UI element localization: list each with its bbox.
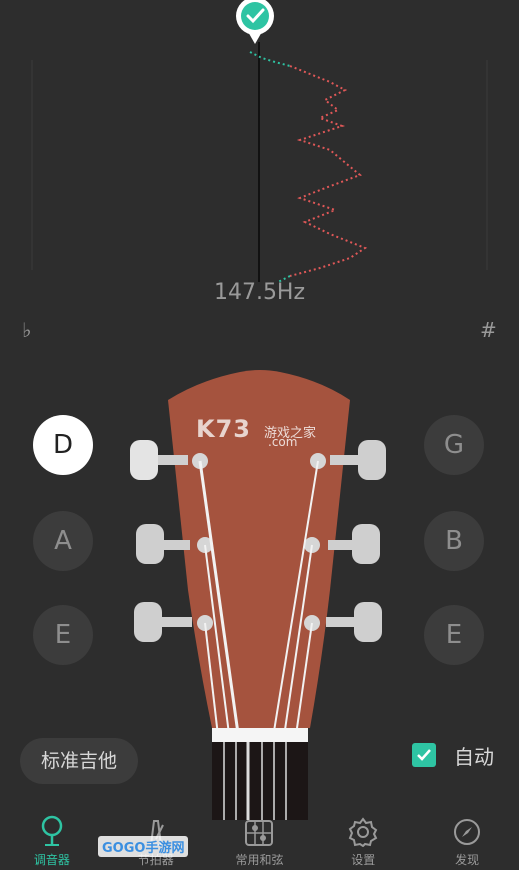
auto-checkbox[interactable] bbox=[412, 743, 436, 767]
frequency-readout: 147.5Hz bbox=[213, 280, 306, 305]
tab-settings-label: 设置 bbox=[351, 853, 376, 867]
tab-tuner[interactable]: 调音器 bbox=[0, 810, 104, 870]
flat-symbol: ♭ bbox=[22, 318, 32, 342]
watermark-dotcom: .com bbox=[268, 435, 298, 449]
compass-icon bbox=[454, 819, 481, 845]
tab-chords[interactable]: 常用和弦 bbox=[208, 810, 312, 870]
tab-chords-label: 常用和弦 bbox=[235, 853, 284, 867]
sharp-symbol: # bbox=[480, 318, 497, 342]
tuning-peg-e-low bbox=[134, 602, 192, 642]
tuning-mode-button[interactable]: 标准吉他 bbox=[20, 738, 138, 784]
tab-discover[interactable]: 发现 bbox=[415, 810, 519, 870]
string-button-a[interactable]: A bbox=[33, 511, 93, 571]
tab-tuner-label: 调音器 bbox=[33, 853, 70, 867]
auto-label: 自动 bbox=[454, 744, 494, 769]
tab-settings[interactable]: 设置 bbox=[311, 810, 415, 870]
string-button-d[interactable]: D bbox=[33, 415, 93, 475]
pitch-trace-in-tune bbox=[249, 51, 291, 67]
auto-mode-toggle[interactable]: 自动 bbox=[412, 740, 494, 770]
site-watermark: GOGO手游网 bbox=[98, 836, 189, 857]
tuning-peg-e-high bbox=[326, 602, 382, 642]
string-button-g[interactable]: G bbox=[424, 415, 484, 475]
checkmark-icon bbox=[417, 749, 431, 761]
tab-discover-label: 发现 bbox=[455, 853, 480, 867]
headstock-brand-watermark: K73 bbox=[196, 415, 251, 443]
pitch-graph bbox=[31, 0, 488, 283]
chord-grid-icon bbox=[245, 820, 274, 846]
string-button-e-low[interactable]: E bbox=[33, 605, 93, 665]
tuner-pin-icon bbox=[41, 815, 63, 846]
pitch-trace bbox=[289, 65, 368, 277]
gear-icon bbox=[349, 817, 378, 847]
bottom-tab-bar: 调音器 节拍器 常用和弦 设置 发现 bbox=[0, 810, 519, 870]
in-tune-pin-icon bbox=[236, 0, 274, 44]
string-button-b[interactable]: B bbox=[424, 511, 484, 571]
string-button-e-high[interactable]: E bbox=[424, 605, 484, 665]
